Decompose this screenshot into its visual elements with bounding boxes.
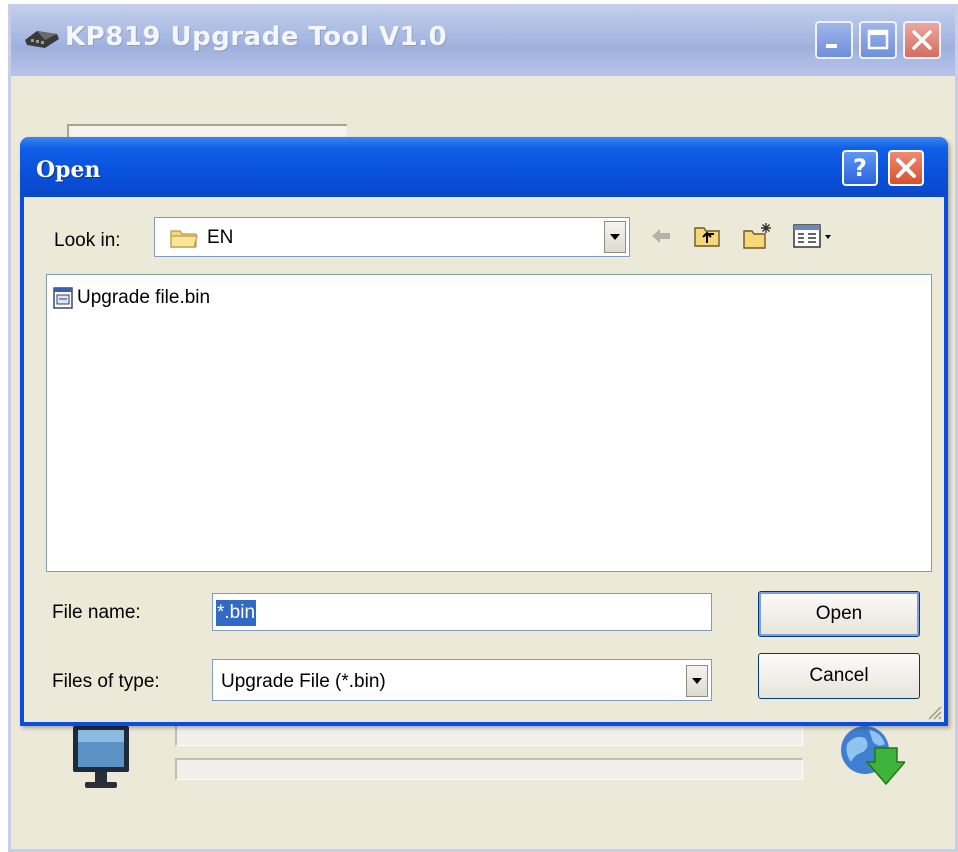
back-icon[interactable] [646, 221, 676, 251]
look-in-label: Look in: [54, 230, 121, 251]
maximize-button[interactable] [859, 21, 897, 59]
list-item[interactable]: Upgrade file.bin [53, 285, 210, 311]
look-in-dropdown-arrow[interactable] [604, 221, 626, 253]
dialog-title: Open [36, 157, 101, 183]
cancel-button[interactable]: Cancel [758, 653, 920, 699]
file-name-input[interactable] [212, 593, 712, 631]
chevron-down-icon [610, 234, 620, 240]
minimize-icon [826, 44, 837, 48]
file-list[interactable]: Upgrade file.bin [46, 274, 932, 572]
view-menu-icon[interactable] [792, 221, 836, 251]
help-button[interactable]: ? [842, 150, 878, 186]
file-name-label: File name: [52, 602, 141, 623]
monitor-icon [73, 726, 129, 788]
progress-bar-2 [175, 758, 803, 780]
folder-icon [170, 230, 198, 248]
close-icon [912, 30, 932, 50]
main-close-button[interactable] [903, 21, 941, 59]
file-name-label: Upgrade file.bin [77, 287, 211, 308]
open-file-dialog: Open ? Look in: EN Upgrade file.bin File… [20, 137, 948, 726]
progress-bar-1 [175, 724, 803, 746]
open-button[interactable]: Open [758, 591, 920, 637]
help-icon: ? [853, 154, 867, 182]
look-in-value: EN [207, 227, 234, 248]
globe-download-icon[interactable] [835, 718, 905, 788]
bin-file-icon [53, 287, 73, 309]
look-in-dropdown[interactable]: EN [154, 217, 630, 257]
dialog-close-button[interactable] [888, 150, 924, 186]
files-of-type-dropdown-arrow[interactable] [686, 665, 708, 697]
up-folder-icon[interactable] [692, 221, 722, 251]
main-titlebar[interactable]: KP819 Upgrade Tool V1.0 [11, 4, 955, 76]
minimize-button[interactable] [815, 21, 853, 59]
files-of-type-value: Upgrade File (*.bin) [221, 671, 386, 692]
app-icon [25, 31, 59, 48]
chevron-down-icon [692, 678, 702, 684]
resize-grip-icon[interactable] [924, 702, 942, 720]
files-of-type-label: Files of type: [52, 671, 160, 692]
dialog-titlebar[interactable]: Open ? [20, 137, 948, 197]
new-folder-icon[interactable] [742, 221, 772, 251]
files-of-type-dropdown[interactable]: Upgrade File (*.bin) [212, 659, 712, 701]
close-icon [896, 158, 916, 178]
main-window-title: KP819 Upgrade Tool V1.0 [65, 22, 448, 52]
maximize-icon [867, 29, 889, 50]
